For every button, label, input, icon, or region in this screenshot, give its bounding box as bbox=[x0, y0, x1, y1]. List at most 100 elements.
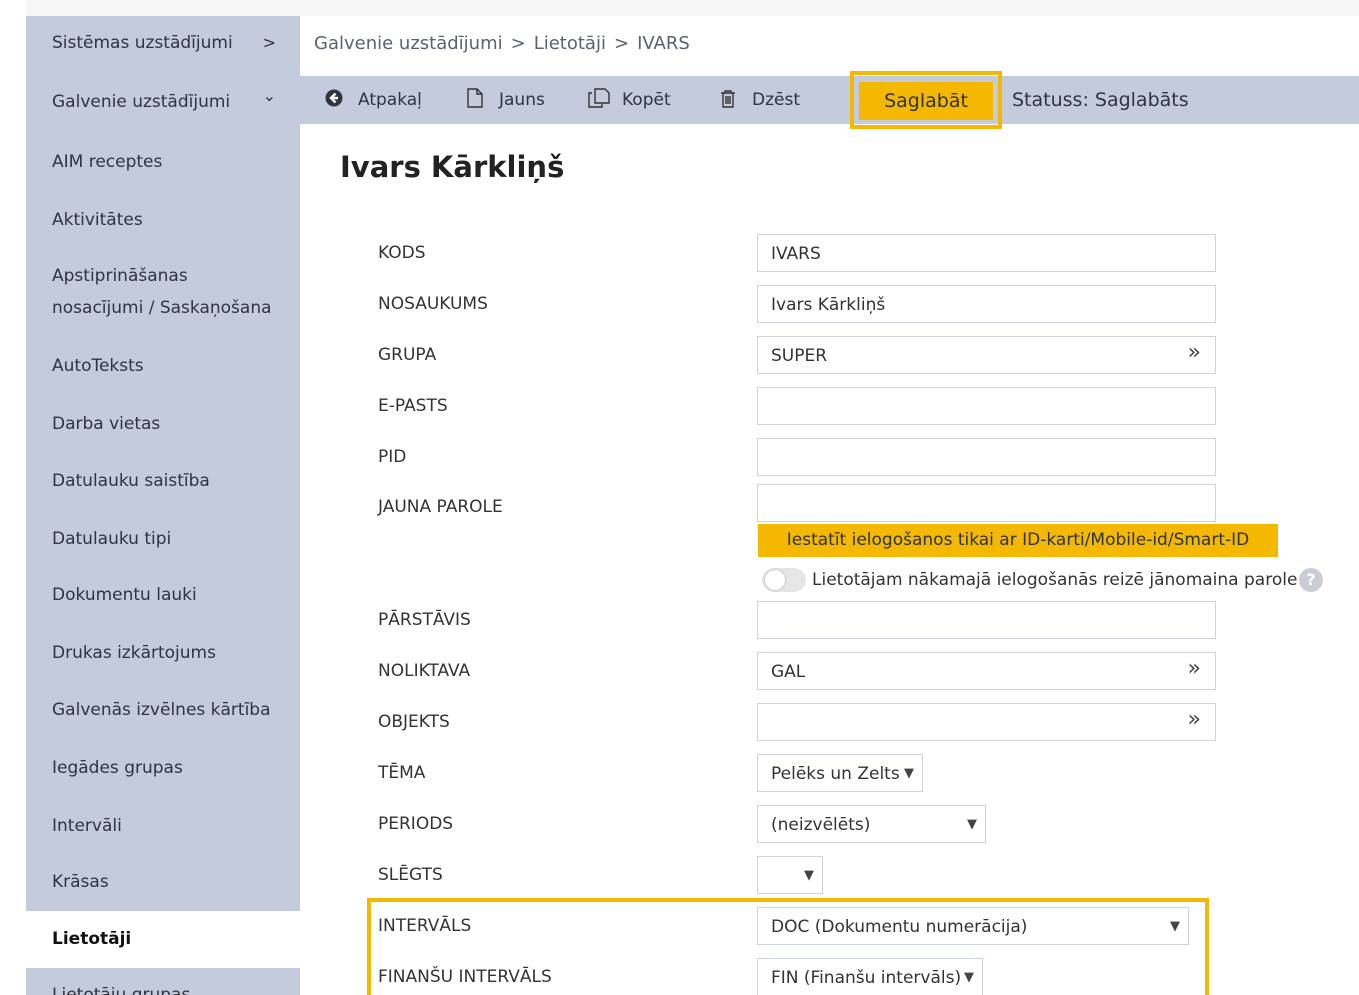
double-chevron-icon[interactable]: » bbox=[1188, 701, 1201, 739]
pid-label: PID bbox=[378, 447, 407, 467]
sidebar-item-label: Darba vietas bbox=[52, 414, 161, 434]
grupa-value: SUPER bbox=[771, 346, 828, 366]
back-arrow-icon bbox=[324, 76, 344, 124]
sidebar-item-label: Galvenās izvēlnes kārtība bbox=[52, 700, 271, 720]
intervals-value: DOC (Dokumentu numerācija) bbox=[771, 917, 1028, 937]
sidebar-item-dokumentu-lauki[interactable]: Dokumentu lauki bbox=[26, 579, 300, 611]
sidebar-item-label: Iegādes grupas bbox=[52, 758, 183, 778]
nosaukums-value: Ivars Kārkliņš bbox=[771, 295, 886, 315]
epasts-field[interactable] bbox=[757, 387, 1216, 425]
finansu-intervals-select[interactable]: FIN (Finanšu intervāls) ▼ bbox=[757, 958, 983, 995]
toolbar: Atpakaļ Jauns Kopēt Dzēst bbox=[300, 76, 1359, 124]
kods-value: IVARS bbox=[771, 244, 821, 264]
help-icon[interactable]: ? bbox=[1299, 568, 1323, 592]
sidebar-item-datulauku-saistiba[interactable]: Datulauku saistība bbox=[26, 465, 300, 497]
sidebar-item-lietotaji[interactable]: Lietotāji bbox=[26, 911, 300, 968]
breadcrumb: Galvenie uzstādījumi > Lietotāji > IVARS bbox=[300, 16, 1359, 72]
sidebar-item-label: Lietotāju grupas bbox=[52, 985, 191, 995]
jauna-parole-label: JAUNA PAROLE bbox=[378, 497, 503, 517]
nosaukums-label: NOSAUKUMS bbox=[378, 294, 488, 314]
sidebar-item-label: Sistēmas uzstādījumi bbox=[52, 33, 233, 53]
double-chevron-icon[interactable]: » bbox=[1188, 650, 1201, 688]
periods-select[interactable]: (neizvēlēts) ▼ bbox=[757, 805, 986, 843]
sidebar: Sistēmas uzstādījumi > Galvenie uzstādīj… bbox=[26, 16, 300, 995]
sidebar-item-aktivitates[interactable]: Aktivitātes bbox=[26, 204, 300, 236]
copy-icon bbox=[588, 76, 610, 124]
slegts-label: SLĒGTS bbox=[378, 865, 443, 885]
double-chevron-icon[interactable]: » bbox=[1188, 334, 1201, 372]
dropdown-arrow-icon: ▼ bbox=[904, 766, 914, 781]
save-button[interactable]: Saglabāt bbox=[859, 82, 993, 120]
sidebar-item-label: AutoTeksts bbox=[52, 356, 144, 376]
back-button[interactable]: Atpakaļ bbox=[324, 76, 422, 124]
new-document-icon bbox=[465, 76, 485, 124]
kods-field[interactable]: IVARS bbox=[757, 234, 1216, 272]
noliktava-label: NOLIKTAVA bbox=[378, 661, 471, 681]
sidebar-item-iegades-grupas[interactable]: Iegādes grupas bbox=[26, 752, 300, 784]
sidebar-item-drukas-izkartojums[interactable]: Drukas izkārtojums bbox=[26, 637, 300, 669]
sidebar-item-label: Dokumentu lauki bbox=[52, 585, 197, 605]
breadcrumb-item[interactable]: Galvenie uzstādījumi bbox=[314, 33, 503, 54]
copy-button-label: Kopēt bbox=[622, 90, 671, 110]
finansu-intervals-label: FINANŠU INTERVĀLS bbox=[378, 967, 552, 987]
breadcrumb-item: IVARS bbox=[637, 33, 690, 54]
periods-value: (neizvēlēts) bbox=[771, 815, 871, 835]
objekts-field[interactable]: » bbox=[757, 703, 1216, 741]
new-button[interactable]: Jauns bbox=[465, 76, 545, 124]
chevron-down-icon: ⌄ bbox=[262, 86, 276, 105]
window-left-margin bbox=[0, 0, 26, 995]
sidebar-item-intervali[interactable]: Intervāli bbox=[26, 810, 300, 842]
parstavis-label: PĀRSTĀVIS bbox=[378, 610, 471, 630]
breadcrumb-item[interactable]: Lietotāji bbox=[534, 33, 606, 54]
dropdown-arrow-icon: ▼ bbox=[967, 817, 977, 832]
nosaukums-field[interactable]: Ivars Kārkliņš bbox=[757, 285, 1216, 323]
status-text: Statuss: Saglabāts bbox=[1012, 89, 1189, 111]
finansu-intervals-value: FIN (Finanšu intervāls) bbox=[771, 968, 962, 988]
id-card-login-button[interactable]: Iestatīt ielogošanos tikai ar ID-karti/M… bbox=[758, 524, 1278, 557]
window-top-bar bbox=[0, 0, 1359, 16]
page-title: Ivars Kārkliņš bbox=[340, 150, 565, 184]
intervals-select[interactable]: DOC (Dokumentu numerācija) ▼ bbox=[757, 907, 1189, 945]
dropdown-arrow-icon: ▼ bbox=[804, 868, 814, 883]
tema-label: TĒMA bbox=[378, 763, 426, 783]
noliktava-field[interactable]: GAL » bbox=[757, 652, 1216, 690]
trash-icon bbox=[718, 76, 738, 124]
new-button-label: Jauns bbox=[499, 90, 545, 110]
copy-button[interactable]: Kopēt bbox=[588, 76, 671, 124]
intervals-label: INTERVĀLS bbox=[378, 916, 472, 936]
grupa-field[interactable]: SUPER » bbox=[757, 336, 1216, 374]
noliktava-value: GAL bbox=[771, 662, 806, 682]
sidebar-item-label: Datulauku tipi bbox=[52, 529, 172, 549]
sidebar-item-krasas[interactable]: Krāsas bbox=[26, 866, 300, 898]
jauna-parole-field[interactable] bbox=[757, 484, 1216, 522]
delete-button[interactable]: Dzēst bbox=[718, 76, 800, 124]
sidebar-item-label-line2: nosacījumi / Saskaņošana bbox=[52, 298, 272, 318]
sidebar-item-apstiprinasanas[interactable]: Apstiprināšanas nosacījumi / Saskaņošana bbox=[26, 260, 300, 324]
sidebar-item-sistemas-uzstadijumi[interactable]: Sistēmas uzstādījumi > bbox=[26, 27, 300, 59]
parstavis-field[interactable] bbox=[757, 601, 1216, 639]
slegts-select[interactable]: ▼ bbox=[757, 856, 823, 894]
dropdown-arrow-icon: ▼ bbox=[1170, 919, 1180, 934]
tema-select[interactable]: Pelēks un Zelts ▼ bbox=[757, 754, 923, 792]
sidebar-item-darba-vietas[interactable]: Darba vietas bbox=[26, 408, 300, 440]
kods-label: KODS bbox=[378, 243, 426, 263]
breadcrumb-separator: > bbox=[510, 33, 526, 54]
sidebar-item-galvenie-uzstadijumi[interactable]: Galvenie uzstādījumi ⌄ bbox=[26, 86, 300, 118]
toggle-knob bbox=[765, 570, 785, 590]
sidebar-item-aim-receptes[interactable]: AIM receptes bbox=[26, 146, 300, 178]
back-button-label: Atpakaļ bbox=[358, 90, 422, 110]
pid-field[interactable] bbox=[757, 438, 1216, 476]
sidebar-item-label: Aktivitātes bbox=[52, 210, 143, 230]
sidebar-item-label: Krāsas bbox=[52, 872, 109, 892]
sidebar-item-datulauku-tipi[interactable]: Datulauku tipi bbox=[26, 523, 300, 555]
sidebar-item-label: Lietotāji bbox=[52, 929, 132, 949]
sidebar-item-label: Drukas izkārtojums bbox=[52, 643, 216, 663]
sidebar-item-autoteksts[interactable]: AutoTeksts bbox=[26, 350, 300, 382]
sidebar-item-label: Datulauku saistība bbox=[52, 471, 210, 491]
sidebar-item-lietotaju-grupas[interactable]: Lietotāju grupas bbox=[26, 979, 300, 995]
dropdown-arrow-icon: ▼ bbox=[964, 970, 974, 985]
tema-value: Pelēks un Zelts bbox=[771, 764, 900, 784]
objekts-label: OBJEKTS bbox=[378, 712, 450, 732]
epasts-label: E-PASTS bbox=[378, 396, 448, 416]
sidebar-item-galvenas-izvelnes-kartiba[interactable]: Galvenās izvēlnes kārtība bbox=[26, 694, 300, 726]
